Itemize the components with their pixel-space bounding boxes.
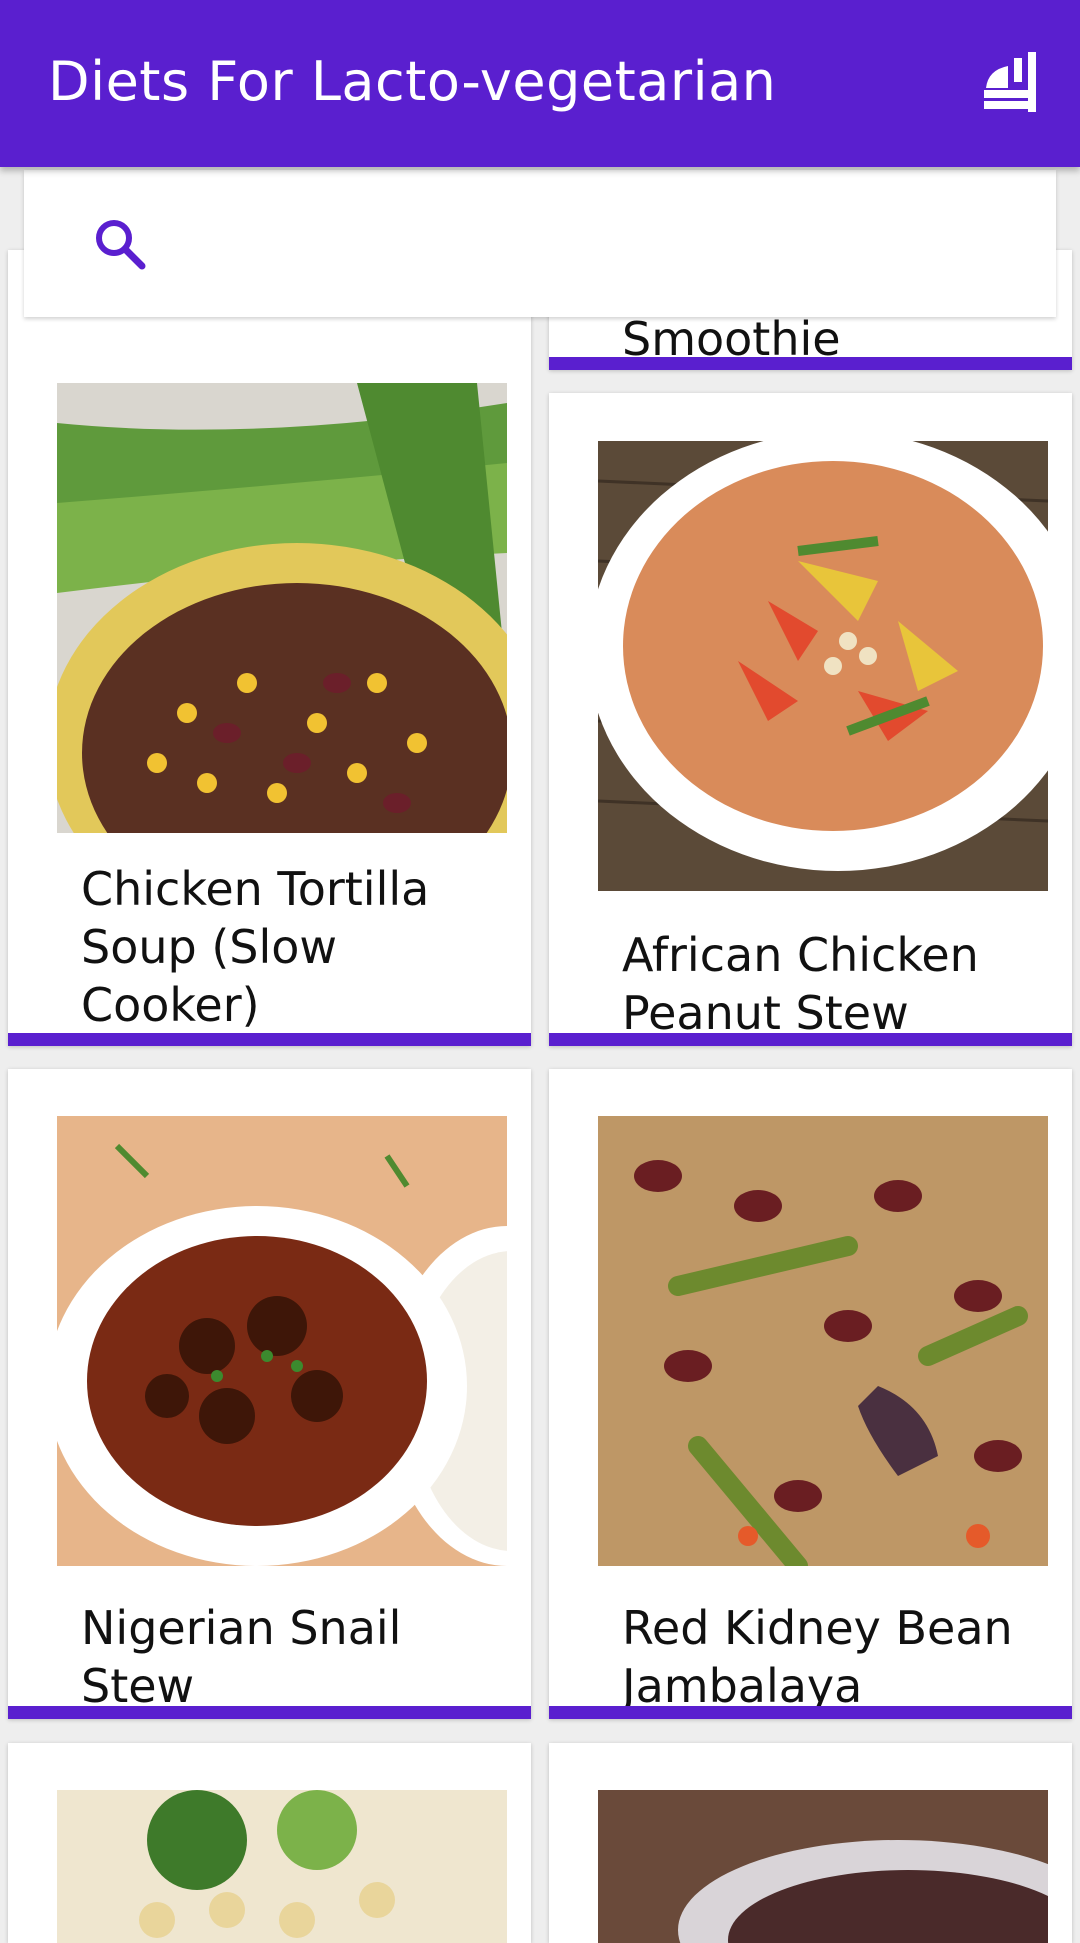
recipe-image: [57, 1116, 507, 1566]
card-accent-bar: [549, 357, 1072, 370]
search-bar: [24, 170, 1056, 317]
card-accent-bar: [549, 1033, 1072, 1046]
recipe-image: [598, 1790, 1048, 1943]
recipe-image: [598, 1116, 1048, 1566]
recipe-image: [57, 1790, 507, 1943]
card-accent-bar: [549, 1706, 1072, 1719]
app-title: Diets For Lacto-vegetarian: [48, 50, 777, 113]
recipe-card[interactable]: Red Kidney Bean Jambalaya: [549, 1069, 1072, 1719]
recipe-title: African Chicken Peanut Stew: [622, 928, 979, 1040]
recipe-card[interactable]: [8, 1743, 531, 1943]
recipe-image: [57, 383, 507, 833]
recipe-title: Nigerian Snail Stew: [81, 1601, 402, 1713]
recipe-card[interactable]: [549, 1743, 1072, 1943]
recipe-card[interactable]: African Chicken Peanut Stew: [549, 393, 1072, 1046]
restaurant-menu-icon[interactable]: [978, 48, 1050, 120]
card-accent-bar: [8, 1706, 531, 1719]
recipe-card[interactable]: Chicken Tortilla Soup (Slow Cooker): [8, 250, 531, 1046]
recipe-image: [598, 441, 1048, 891]
recipe-title: Chicken Tortilla Soup (Slow Cooker): [81, 862, 430, 1032]
recipe-title: Red Kidney Bean Jambalaya: [622, 1601, 1013, 1713]
recipe-card[interactable]: Nigerian Snail Stew: [8, 1069, 531, 1719]
app-bar: Diets For Lacto-vegetarian: [0, 0, 1080, 167]
search-icon[interactable]: [90, 214, 150, 274]
card-accent-bar: [8, 1033, 531, 1046]
search-input[interactable]: [174, 200, 1038, 288]
